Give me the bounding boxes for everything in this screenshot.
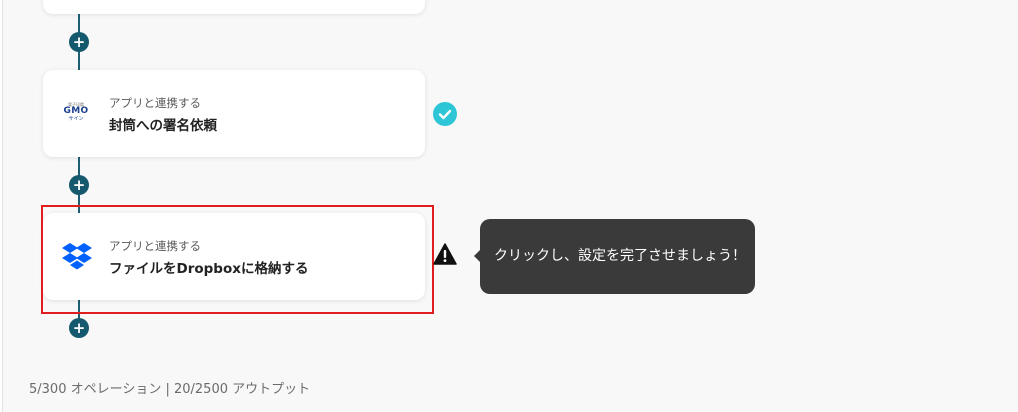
step-subtitle: アプリと連携する <box>109 96 201 110</box>
add-step-button[interactable]: + <box>69 32 89 52</box>
dropbox-icon <box>61 242 93 272</box>
check-circle-icon <box>433 102 457 126</box>
usage-counter: 5/300 オペレーション | 20/2500 アウトプット <box>29 382 311 397</box>
gmo-sign-logo: 電子印鑑 GMO サイン <box>61 102 91 126</box>
add-step-button[interactable]: + <box>69 175 89 195</box>
flow-connector <box>78 300 80 320</box>
add-step-button[interactable]: + <box>69 318 89 338</box>
step-card-dropbox[interactable]: アプリと連携する ファイルをDropboxに格納する <box>43 213 425 300</box>
step-subtitle: アプリと連携する <box>109 239 201 253</box>
hint-tooltip: クリックし、設定を完了させましょう！ <box>474 219 755 294</box>
step-card-gmo-sign[interactable]: 電子印鑑 GMO サイン アプリと連携する 封筒への署名依頼 <box>43 70 425 157</box>
flow-canvas: + + + 電子印鑑 GMO サイン アプリと連携する 封筒への署名依頼 アプリ… <box>2 0 1018 412</box>
step-title: 封筒への署名依頼 <box>109 118 217 134</box>
previous-step-card[interactable] <box>43 0 425 14</box>
gmo-logo-main-text: GMO <box>63 106 89 116</box>
gmo-logo-bottom-text: サイン <box>68 116 84 122</box>
warning-icon <box>433 243 457 265</box>
step-title: ファイルをDropboxに格納する <box>109 261 309 277</box>
